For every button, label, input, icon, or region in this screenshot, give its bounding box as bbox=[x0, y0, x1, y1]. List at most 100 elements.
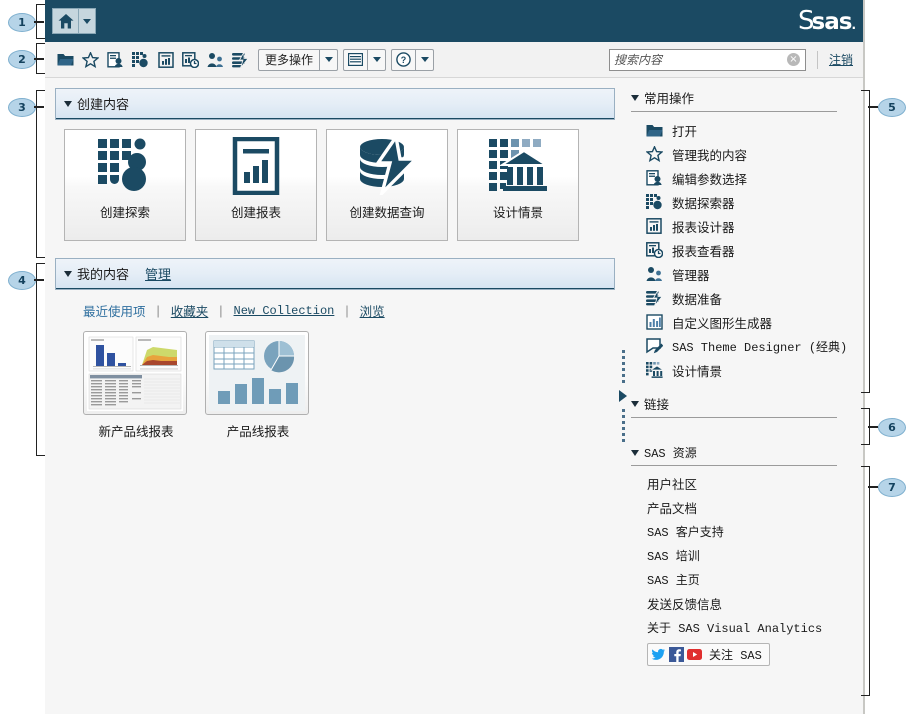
report-thumbnail-table-pie-bar[interactable] bbox=[205, 331, 309, 415]
data-explorer-icon[interactable] bbox=[128, 48, 153, 72]
star-icon bbox=[643, 146, 665, 162]
resource-user-community[interactable]: 用户社区 bbox=[631, 471, 859, 495]
resource-about[interactable]: 关于 SAS Visual Analytics bbox=[631, 615, 859, 639]
svg-text:?: ? bbox=[401, 55, 407, 65]
create-content-tiles: 创建探索 创建报表 bbox=[55, 120, 615, 241]
action-report-viewer[interactable]: 报表查看器 bbox=[631, 238, 859, 262]
tab-browse[interactable]: 浏览 bbox=[360, 301, 385, 320]
resource-customer-support[interactable]: SAS 客户支持 bbox=[631, 519, 859, 543]
item-label: 产品线报表 bbox=[205, 421, 311, 440]
graph-builder-icon bbox=[643, 314, 665, 330]
follow-sas-button[interactable]: 关注 SAS bbox=[647, 643, 770, 666]
action-open[interactable]: 打开 bbox=[631, 118, 859, 142]
action-report-designer[interactable]: 报表设计器 bbox=[631, 214, 859, 238]
search-input[interactable] bbox=[610, 53, 787, 67]
grid-view-button[interactable] bbox=[343, 49, 386, 71]
action-administrator[interactable]: 管理器 bbox=[631, 262, 859, 286]
report-thumbnail-bar-area-table[interactable] bbox=[83, 331, 187, 415]
collapse-triangle-icon[interactable] bbox=[631, 450, 639, 456]
my-content-tabs: 最近使用项 | 收藏夹 | New Collection | 浏览 bbox=[55, 290, 615, 320]
tab-favorites[interactable]: 收藏夹 bbox=[171, 301, 209, 320]
action-label: 管理器 bbox=[672, 265, 710, 284]
action-design-scenario[interactable]: 设计情景 bbox=[631, 358, 859, 382]
report-designer-icon bbox=[643, 218, 665, 234]
tab-separator: | bbox=[157, 304, 160, 318]
search-box[interactable]: × bbox=[609, 49, 806, 71]
common-actions-header[interactable]: 常用操作 bbox=[631, 88, 837, 112]
collapse-arrow-icon[interactable] bbox=[619, 390, 627, 402]
splitter-grip[interactable] bbox=[619, 350, 627, 442]
manage-link[interactable]: 管理 bbox=[145, 264, 171, 283]
facebook-icon[interactable] bbox=[669, 647, 684, 662]
youtube-icon[interactable] bbox=[687, 647, 702, 662]
clear-search-icon[interactable]: × bbox=[787, 53, 800, 66]
follow-sas-label: 关注 SAS bbox=[709, 646, 762, 663]
collapse-triangle-icon[interactable] bbox=[631, 401, 639, 407]
create-content-header[interactable]: 创建内容 bbox=[56, 89, 614, 119]
star-icon[interactable] bbox=[78, 48, 103, 72]
tab-separator: | bbox=[219, 304, 222, 318]
application-banner: Ssas. bbox=[45, 0, 863, 42]
resource-product-documentation[interactable]: 产品文档 bbox=[631, 495, 859, 519]
common-actions-title: 常用操作 bbox=[644, 88, 694, 107]
sas-resources-header[interactable]: SAS 资源 bbox=[631, 444, 837, 466]
explore-icon bbox=[96, 130, 154, 202]
home-dropdown-chevron-down-icon[interactable] bbox=[78, 8, 96, 34]
report-icon bbox=[230, 130, 282, 202]
links-header[interactable]: 链接 bbox=[631, 394, 837, 418]
help-button[interactable]: ? bbox=[391, 49, 434, 71]
action-data-preparation[interactable]: 数据准备 bbox=[631, 286, 859, 310]
theme-designer-icon bbox=[643, 338, 665, 354]
open-folder-icon[interactable] bbox=[53, 48, 78, 72]
resource-home-page[interactable]: SAS 主页 bbox=[631, 567, 859, 591]
design-scenario-icon bbox=[487, 130, 549, 202]
action-theme-designer[interactable]: SAS Theme Designer (经典) bbox=[631, 334, 859, 358]
help-chevron-down-icon[interactable] bbox=[416, 57, 433, 62]
action-label: 自定义图形生成器 bbox=[672, 313, 772, 332]
collapse-triangle-icon[interactable] bbox=[631, 95, 639, 101]
report-viewer-icon[interactable] bbox=[178, 48, 203, 72]
administrator-icon[interactable] bbox=[203, 48, 228, 72]
edit-preferences-icon[interactable] bbox=[103, 48, 128, 72]
tile-create-report[interactable]: 创建报表 bbox=[195, 129, 317, 241]
action-graph-builder[interactable]: 自定义图形生成器 bbox=[631, 310, 859, 334]
collapse-triangle-icon[interactable] bbox=[64, 101, 72, 107]
tile-design-scenario[interactable]: 设计情景 bbox=[457, 129, 579, 241]
tab-separator: | bbox=[345, 304, 348, 318]
action-edit-preferences[interactable]: 编辑参数选择 bbox=[631, 166, 859, 190]
callout-badge-1: 1 bbox=[8, 13, 36, 32]
action-data-explorer[interactable]: 数据探索器 bbox=[631, 190, 859, 214]
tile-create-exploration[interactable]: 创建探索 bbox=[64, 129, 186, 241]
twitter-icon[interactable] bbox=[651, 647, 666, 662]
tile-create-data-query[interactable]: 创建数据查询 bbox=[326, 129, 448, 241]
grid-view-chevron-down-icon[interactable] bbox=[368, 57, 385, 62]
help-icon: ? bbox=[392, 52, 415, 67]
resource-training[interactable]: SAS 培训 bbox=[631, 543, 859, 567]
action-manage-my-content[interactable]: 管理我的内容 bbox=[631, 142, 859, 166]
more-actions-chevron-down-icon[interactable] bbox=[320, 57, 337, 62]
logout-link[interactable]: 注销 bbox=[829, 51, 853, 68]
resource-send-feedback[interactable]: 发送反馈信息 bbox=[631, 591, 859, 615]
list-item[interactable]: 新产品线报表 bbox=[83, 331, 189, 440]
data-preparation-icon[interactable] bbox=[228, 48, 253, 72]
sas-resources-title: SAS 资源 bbox=[644, 444, 697, 461]
create-content-title: 创建内容 bbox=[77, 94, 129, 113]
design-scenario-icon bbox=[643, 362, 665, 378]
list-item[interactable]: 产品线报表 bbox=[205, 331, 311, 440]
tab-recent[interactable]: 最近使用项 bbox=[83, 301, 146, 320]
my-content-title: 我的内容 bbox=[77, 264, 129, 283]
sas-logo-text: sas bbox=[812, 9, 852, 35]
tile-label: 创建探索 bbox=[100, 202, 150, 221]
collapse-triangle-icon[interactable] bbox=[64, 271, 72, 277]
home-icon[interactable] bbox=[52, 8, 78, 34]
screenshot-root: Ssas. bbox=[0, 0, 909, 723]
toolbar-divider bbox=[817, 51, 818, 69]
my-content-items: 新产品线报表 bbox=[55, 320, 615, 440]
more-actions-button[interactable]: 更多操作 bbox=[258, 49, 338, 71]
panel-splitter[interactable] bbox=[615, 78, 631, 714]
report-designer-icon[interactable] bbox=[153, 48, 178, 72]
tab-new-collection[interactable]: New Collection bbox=[234, 304, 335, 318]
callout-bracket-2 bbox=[36, 43, 45, 74]
my-content-header[interactable]: 我的内容 管理 bbox=[56, 259, 614, 289]
home-button-group[interactable] bbox=[52, 8, 96, 34]
